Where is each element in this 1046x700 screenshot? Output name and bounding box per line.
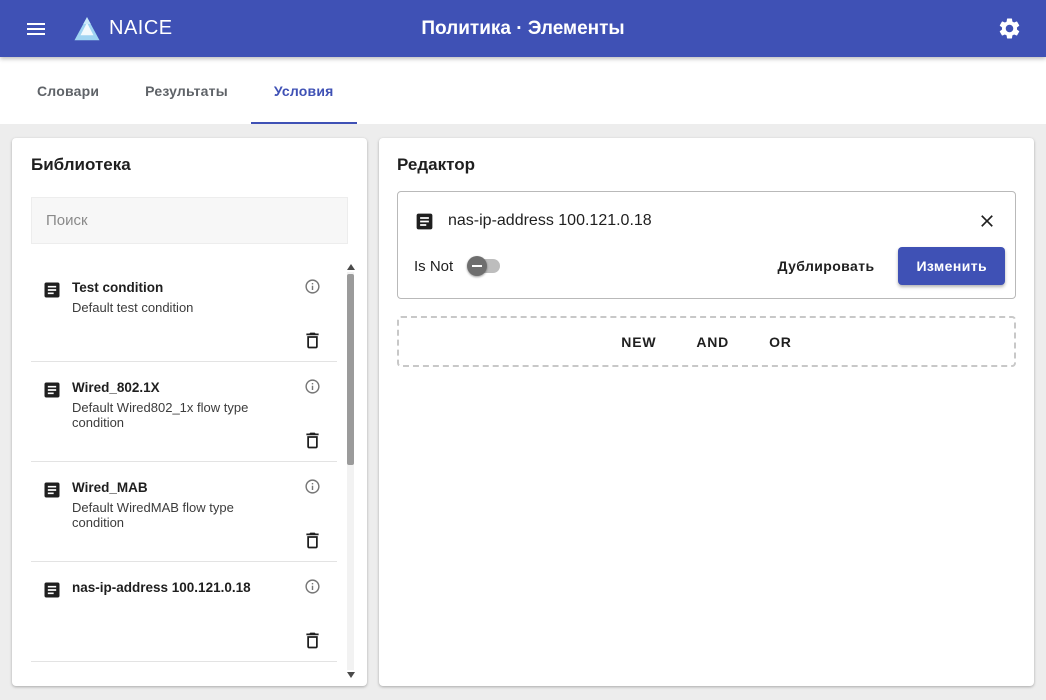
condition-editor-box: nas-ip-address 100.121.0.18 Is Not Дубли… xyxy=(397,191,1016,299)
naice-logo-icon xyxy=(72,14,102,44)
scroll-down-icon[interactable] xyxy=(347,672,355,678)
gear-icon[interactable] xyxy=(993,12,1026,45)
list-item[interactable]: Test condition Default test condition xyxy=(31,262,337,362)
info-icon[interactable] xyxy=(300,374,325,399)
condition-icon xyxy=(414,211,435,232)
condition-description: Default test condition xyxy=(72,300,193,315)
tab-results[interactable]: Результаты xyxy=(122,57,251,124)
main-content: Библиотека Test condition Default test c… xyxy=(0,124,1046,700)
delete-icon[interactable] xyxy=(298,526,327,555)
search-box xyxy=(31,197,348,244)
new-button[interactable]: NEW xyxy=(609,326,668,358)
condition-description: Default Wired802_1x flow type condition xyxy=(72,400,281,430)
app-header: NAICE Политика · Элементы xyxy=(0,0,1046,57)
condition-title: nas-ip-address 100.121.0.18 xyxy=(72,580,251,596)
is-not-label: Is Not xyxy=(414,258,453,275)
is-not-toggle[interactable] xyxy=(467,256,503,276)
tab-conditions[interactable]: Условия xyxy=(251,57,357,124)
or-button[interactable]: OR xyxy=(757,326,804,358)
info-icon[interactable] xyxy=(300,274,325,299)
add-condition-dropzone: NEW AND OR xyxy=(397,316,1016,367)
edit-button[interactable]: Изменить xyxy=(898,247,1005,285)
info-icon[interactable] xyxy=(300,574,325,599)
list-item[interactable]: Wired_802.1X Default Wired802_1x flow ty… xyxy=(31,362,337,462)
condition-list: Test condition Default test condition xyxy=(12,262,367,686)
library-title: Библиотека xyxy=(12,138,367,175)
condition-title: Test condition xyxy=(72,280,193,296)
editor-panel: Редактор nas-ip-address 100.121.0.18 Is … xyxy=(379,138,1034,686)
condition-name: nas-ip-address 100.121.0.18 xyxy=(448,212,652,230)
and-button[interactable]: AND xyxy=(684,326,741,358)
delete-icon[interactable] xyxy=(298,626,327,655)
list-item[interactable]: nas-ip-address 100.121.0.18 xyxy=(31,562,337,662)
close-icon[interactable] xyxy=(973,207,1001,235)
info-icon[interactable] xyxy=(300,474,325,499)
scrollbar[interactable] xyxy=(346,264,355,678)
delete-icon[interactable] xyxy=(298,426,327,455)
duplicate-button[interactable]: Дублировать xyxy=(764,248,889,284)
search-input[interactable] xyxy=(32,198,347,243)
brand: NAICE xyxy=(72,14,173,44)
toggle-thumb xyxy=(467,256,487,276)
page-title: Политика · Элементы xyxy=(421,18,624,40)
editor-title: Редактор xyxy=(397,155,1016,175)
condition-description: Default WiredMAB flow type condition xyxy=(72,500,281,530)
scroll-up-icon[interactable] xyxy=(347,264,355,270)
condition-icon xyxy=(42,580,62,600)
scrollbar-thumb[interactable] xyxy=(347,274,354,465)
delete-icon[interactable] xyxy=(298,326,327,355)
list-item[interactable]: Wired_MAB Default WiredMAB flow type con… xyxy=(31,462,337,562)
tab-bar: Словари Результаты Условия xyxy=(0,57,1046,124)
scrollbar-track[interactable] xyxy=(347,272,354,670)
tab-dictionaries[interactable]: Словари xyxy=(14,57,122,124)
library-panel: Библиотека Test condition Default test c… xyxy=(12,138,367,686)
condition-title: Wired_MAB xyxy=(72,480,281,496)
menu-icon[interactable] xyxy=(20,13,52,45)
condition-icon xyxy=(42,480,62,500)
condition-icon xyxy=(42,280,62,300)
app-name: NAICE xyxy=(109,17,173,40)
condition-icon xyxy=(42,380,62,400)
condition-title: Wired_802.1X xyxy=(72,380,281,396)
